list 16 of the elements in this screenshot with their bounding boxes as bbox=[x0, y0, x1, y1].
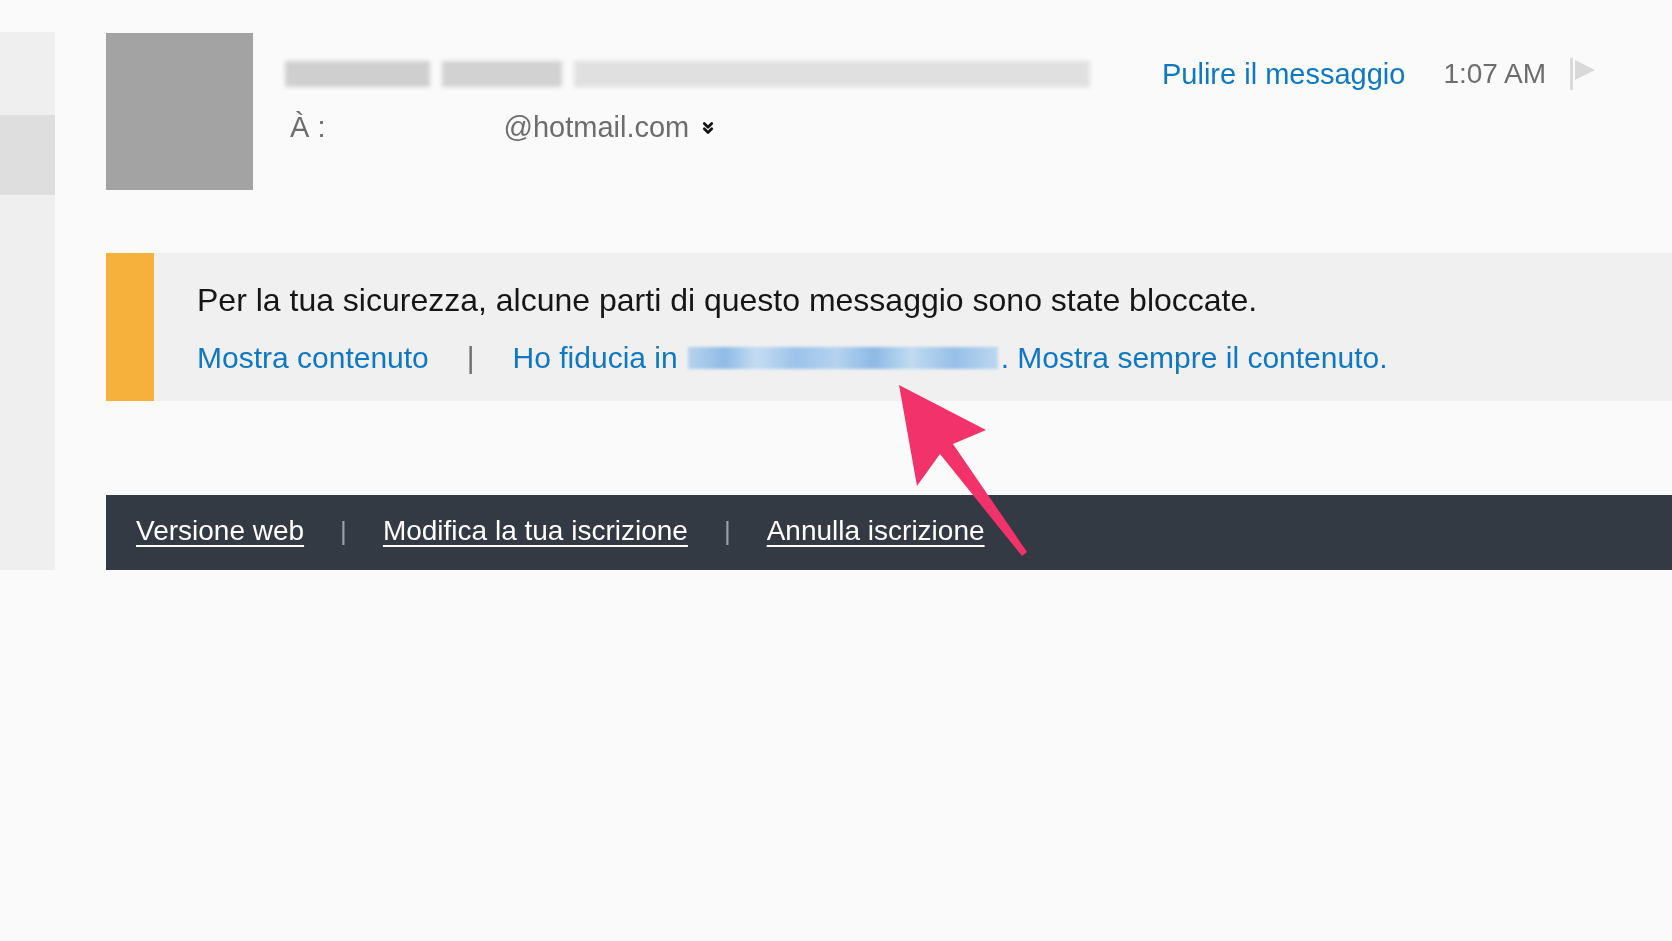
flag-icon[interactable] bbox=[1570, 58, 1597, 90]
footer-link[interactable]: Annulla iscrizione bbox=[766, 516, 985, 545]
recipient-address: @hotmail.com bbox=[503, 113, 690, 142]
clean-up-link[interactable]: Pulire il messaggio bbox=[1162, 59, 1406, 89]
footer-separator: | bbox=[723, 517, 731, 544]
notice-link[interactable]: . Mostra sempre il contenuto. bbox=[1000, 343, 1388, 373]
selected-list-item[interactable] bbox=[0, 115, 55, 195]
notice-link[interactable]: Ho fiducia in bbox=[512, 343, 678, 373]
footer-link[interactable]: Modifica la tua iscrizione bbox=[382, 516, 688, 545]
to-label: À : bbox=[290, 113, 326, 142]
link-separator: | bbox=[466, 343, 475, 373]
footer-separator: | bbox=[340, 517, 347, 544]
received-time: 1:07 AM bbox=[1443, 60, 1547, 88]
footer-link[interactable]: Versione web bbox=[136, 516, 305, 545]
notice-message: Per la tua sicurezza, alcune parti di questo messaggio sono state bloccate. bbox=[197, 284, 1259, 316]
notice-link[interactable]: Mostra contenuto bbox=[197, 343, 429, 373]
